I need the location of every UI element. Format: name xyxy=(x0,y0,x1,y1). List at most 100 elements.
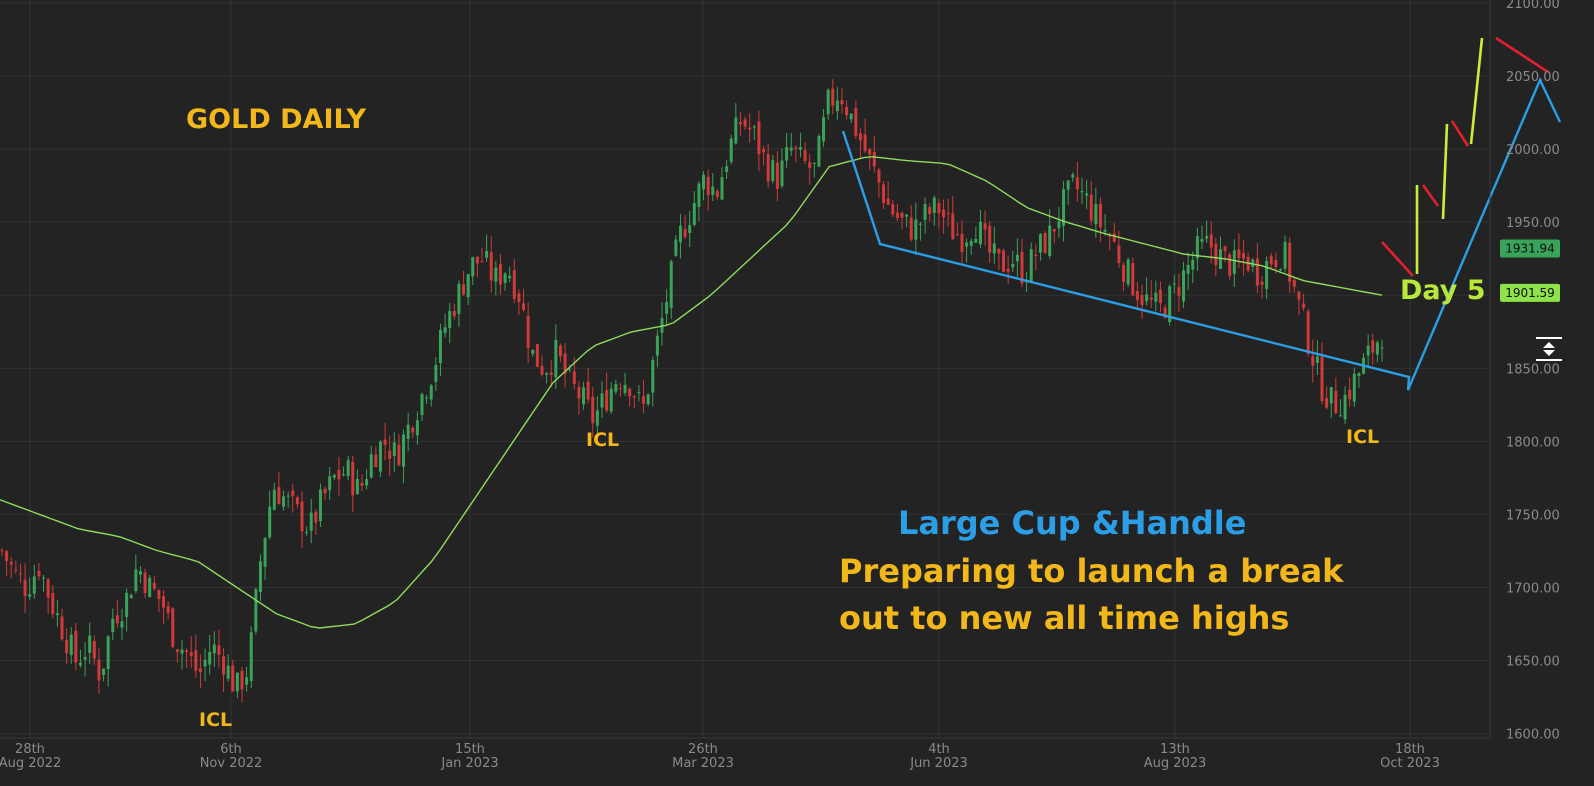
candle-body xyxy=(318,489,322,522)
candle-body xyxy=(895,212,899,219)
candle-body xyxy=(812,162,816,164)
candle-body xyxy=(762,149,766,153)
candle-body xyxy=(434,365,438,382)
candle-body xyxy=(1112,233,1116,242)
candle-body xyxy=(152,582,156,589)
candle-body xyxy=(789,147,793,151)
candle-body xyxy=(74,630,78,663)
candle-body xyxy=(988,225,992,253)
candle-body xyxy=(738,122,742,125)
candle-body xyxy=(978,221,982,245)
candle-body xyxy=(18,573,22,575)
x-tick-top-5: 13th xyxy=(1160,742,1190,757)
candle-body xyxy=(771,160,775,181)
candle-body xyxy=(1135,291,1139,301)
y-tick-4: 1800.00 xyxy=(1506,435,1560,450)
candle-body xyxy=(1186,264,1190,274)
candle-body xyxy=(845,106,849,116)
candle-body xyxy=(983,223,987,230)
candle-body xyxy=(683,229,687,237)
candle-body xyxy=(748,127,752,130)
candle-body xyxy=(291,490,295,497)
reset-scale-button[interactable] xyxy=(1534,336,1564,362)
candle-body xyxy=(263,538,267,567)
x-tick-bottom-5: Aug 2023 xyxy=(1144,756,1207,771)
candle-body xyxy=(120,621,124,628)
candle-body xyxy=(425,397,429,399)
x-tick-top-3: 26th xyxy=(688,742,718,757)
pattern-line-2: out to new all time highs xyxy=(839,599,1289,637)
candle-body xyxy=(411,427,415,433)
candle-body xyxy=(632,396,636,398)
y-tick-7: 1950.00 xyxy=(1506,216,1560,231)
candle-body xyxy=(37,570,41,577)
x-tick-top-4: 4th xyxy=(928,742,950,757)
candle-body xyxy=(305,532,309,534)
candle-body xyxy=(545,373,549,375)
candle-body xyxy=(328,476,332,491)
candle-body xyxy=(475,256,479,264)
price-tag-1: 1901.59 xyxy=(1500,283,1560,302)
candle-body xyxy=(642,396,646,404)
candle-body xyxy=(863,134,867,152)
candle-body xyxy=(429,385,433,400)
candle-body xyxy=(1260,281,1264,285)
candle-body xyxy=(918,223,922,225)
candle-body xyxy=(503,273,507,284)
candle-body xyxy=(189,652,193,656)
candle-body xyxy=(148,577,152,598)
candle-body xyxy=(1232,250,1236,274)
candle-body xyxy=(1228,254,1232,276)
candle-body xyxy=(157,589,161,599)
candle-body xyxy=(900,212,904,218)
candle-body xyxy=(752,126,756,128)
candle-body xyxy=(808,162,812,169)
gold-daily-chart: 1600.00 1650.00 1700.00 1750.00 1800.00 1850.… xyxy=(0,0,1594,786)
candle-body xyxy=(60,616,64,640)
candle-body xyxy=(1371,340,1375,353)
candle-body xyxy=(937,203,941,214)
candle-body xyxy=(129,594,133,599)
candle-body xyxy=(914,219,918,240)
candle-body xyxy=(1094,204,1098,225)
candle-body xyxy=(558,345,562,357)
candle-body xyxy=(337,470,341,480)
candle-body xyxy=(1223,246,1227,252)
candle-body xyxy=(1103,229,1107,232)
candle-body xyxy=(480,261,484,263)
candle-body xyxy=(392,442,396,456)
candle-body xyxy=(886,198,890,205)
candle-body xyxy=(817,135,821,167)
x-tick-top-6: 18th xyxy=(1395,742,1425,757)
candle-body xyxy=(1048,225,1052,256)
price-tag-label-0: 1931.94 xyxy=(1505,242,1555,256)
candle-body xyxy=(665,302,669,314)
reset-scale-icon xyxy=(1536,337,1562,361)
candle-body xyxy=(692,202,696,225)
candle-body xyxy=(1172,283,1176,285)
candle-body xyxy=(171,608,175,648)
candle-body xyxy=(406,424,410,439)
candle-body xyxy=(706,176,710,196)
candle-body xyxy=(28,594,32,597)
candle-body xyxy=(222,656,226,675)
candle-body xyxy=(942,209,946,218)
candle-body xyxy=(1375,342,1379,355)
candle-body xyxy=(1274,260,1278,268)
candle-body xyxy=(494,267,498,282)
candle-body xyxy=(531,349,535,354)
candle-body xyxy=(1158,289,1162,304)
candle-body xyxy=(138,570,142,575)
candle-body xyxy=(1329,387,1333,404)
candle-body xyxy=(600,393,604,408)
candle-body xyxy=(1302,303,1306,308)
candle-body xyxy=(106,636,110,670)
candle-body xyxy=(840,100,844,105)
candle-body xyxy=(1255,258,1259,286)
candle-body xyxy=(46,579,50,598)
candle-body xyxy=(586,381,590,400)
candle-body xyxy=(88,635,92,653)
candle-body xyxy=(462,284,466,295)
candle-body xyxy=(346,460,350,477)
candle-body xyxy=(785,146,789,161)
